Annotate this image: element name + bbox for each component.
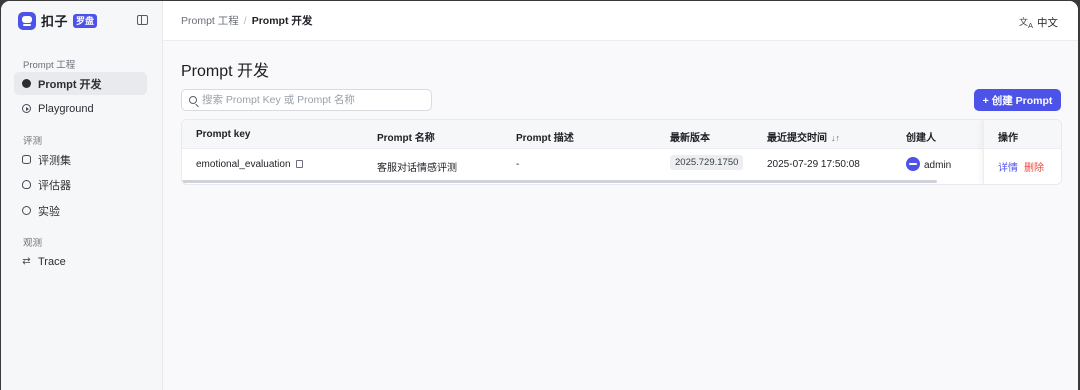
logo[interactable]: 扣子 罗盘 bbox=[18, 11, 98, 30]
column-header-creator: 创建人 bbox=[906, 133, 936, 144]
cell-name: 客服对话情感评测 bbox=[377, 163, 457, 174]
sidebar-item-label: Playground bbox=[38, 102, 94, 115]
sort-icon[interactable]: ↓↑ bbox=[831, 133, 840, 143]
search-icon bbox=[189, 96, 197, 104]
prompt-table: Prompt key Prompt 名称 Prompt 描述 最新版本 最近提交… bbox=[181, 119, 1062, 185]
column-header-actions: 操作 bbox=[984, 120, 1061, 149]
sidebar-group-prompt: Prompt 工程 bbox=[23, 60, 76, 71]
cell-description: - bbox=[516, 159, 520, 170]
main-content: Prompt 工程 / Prompt 开发 文A 中文 Prompt 开发 + … bbox=[163, 1, 1078, 390]
avatar bbox=[906, 157, 920, 171]
sidebar-item-label: 评估器 bbox=[38, 179, 71, 192]
sidebar-item-label: Prompt 开发 bbox=[38, 78, 102, 91]
breadcrumb-separator: / bbox=[243, 14, 247, 27]
column-header-name: Prompt 名称 bbox=[377, 133, 435, 144]
chat-icon bbox=[22, 79, 31, 88]
logo-text: 扣子 bbox=[41, 14, 69, 29]
topbar: Prompt 工程 / Prompt 开发 文A 中文 bbox=[163, 1, 1078, 41]
sidebar-group-observe: 观测 bbox=[23, 238, 43, 249]
database-icon bbox=[22, 155, 31, 164]
experiment-icon bbox=[22, 206, 31, 215]
sidebar-item-evaluators[interactable]: 评估器 bbox=[14, 173, 147, 196]
trace-icon: ⇄ bbox=[22, 256, 31, 267]
sidebar: 扣子 罗盘 Prompt 工程 Prompt 开发 Playground 评测 … bbox=[1, 1, 163, 390]
cell-version: 2025.729.1750 bbox=[670, 155, 744, 170]
cell-creator: admin bbox=[906, 157, 951, 171]
sidebar-item-prompt-dev[interactable]: Prompt 开发 bbox=[14, 72, 147, 95]
language-switcher[interactable]: 文A 中文 bbox=[1019, 15, 1058, 30]
page-title: Prompt 开发 bbox=[181, 63, 270, 80]
bulb-icon bbox=[22, 180, 31, 189]
column-header-submitted[interactable]: 最近提交时间 ↓↑ bbox=[767, 129, 840, 144]
column-header-version: 最新版本 bbox=[670, 133, 710, 144]
breadcrumb-current: Prompt 开发 bbox=[251, 15, 313, 27]
cell-key: emotional_evaluation bbox=[196, 159, 303, 170]
column-header-actions-label: 操作 bbox=[998, 133, 1018, 144]
logo-icon bbox=[18, 11, 36, 30]
column-header-description: Prompt 描述 bbox=[516, 133, 574, 144]
cell-submitted: 2025-07-29 17:50:08 bbox=[767, 159, 860, 170]
translate-icon: 文A bbox=[1018, 17, 1033, 30]
horizontal-scrollbar[interactable] bbox=[182, 180, 937, 183]
sidebar-item-label: 实验 bbox=[38, 205, 60, 218]
actions-column: 操作 详情 删除 bbox=[983, 120, 1061, 184]
copy-icon[interactable] bbox=[295, 160, 303, 168]
column-header-submitted-label: 最近提交时间 bbox=[767, 133, 827, 144]
sidebar-item-experiments[interactable]: 实验 bbox=[14, 199, 147, 222]
create-prompt-button[interactable]: + 创建 Prompt bbox=[974, 89, 1061, 111]
logo-badge: 罗盘 bbox=[73, 13, 98, 28]
app-window: 扣子 罗盘 Prompt 工程 Prompt 开发 Playground 评测 … bbox=[1, 1, 1078, 390]
search-box[interactable] bbox=[181, 89, 432, 111]
sidebar-group-eval: 评测 bbox=[23, 136, 43, 147]
creator-name: admin bbox=[924, 160, 952, 171]
sidebar-collapse-icon[interactable] bbox=[137, 15, 148, 25]
column-header-key: Prompt key bbox=[196, 129, 251, 140]
sidebar-item-label: 评测集 bbox=[38, 154, 71, 167]
version-badge: 2025.729.1750 bbox=[670, 155, 744, 170]
delete-link[interactable]: 删除 bbox=[1024, 159, 1044, 174]
language-label: 中文 bbox=[1037, 17, 1058, 29]
breadcrumb-prompt-engineering[interactable]: Prompt 工程 bbox=[181, 13, 239, 28]
sidebar-item-trace[interactable]: ⇄ Trace bbox=[14, 250, 147, 273]
sidebar-item-playground[interactable]: Playground bbox=[14, 97, 147, 120]
prompt-key-text: emotional_evaluation bbox=[196, 159, 291, 170]
sidebar-item-label: Trace bbox=[38, 255, 66, 268]
search-input[interactable] bbox=[202, 94, 422, 106]
play-icon bbox=[22, 104, 31, 113]
sidebar-item-datasets[interactable]: 评测集 bbox=[14, 148, 147, 171]
detail-link[interactable]: 详情 bbox=[998, 159, 1018, 174]
